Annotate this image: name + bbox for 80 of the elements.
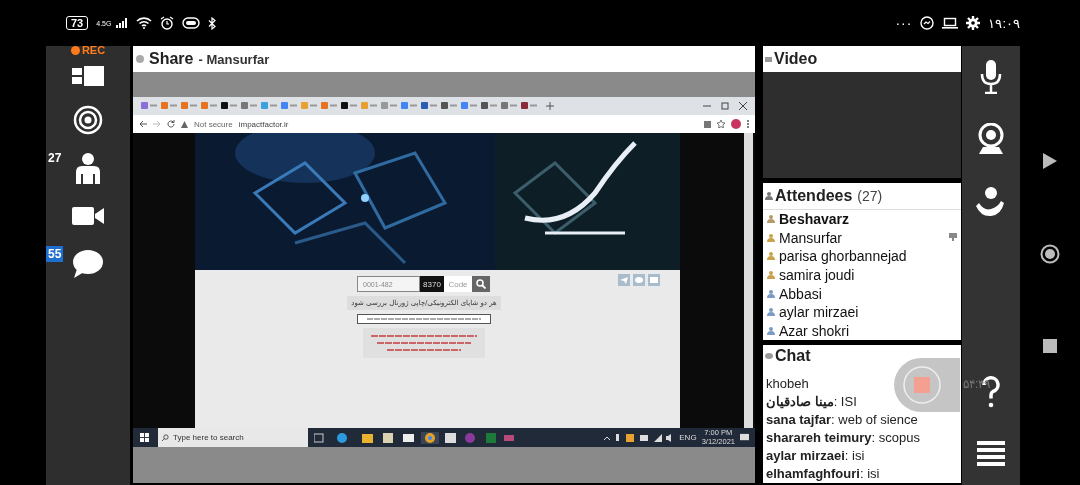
translate-icon (704, 120, 711, 128)
messenger-icon (920, 16, 935, 30)
person-icon (765, 192, 773, 200)
attendee-name[interactable]: samira joudi (779, 267, 855, 283)
unread-count-badge: 55 (46, 246, 64, 262)
signal-icon (116, 18, 129, 28)
person-icon (767, 326, 775, 335)
battery-level: 73 (66, 16, 89, 30)
search-button[interactable] (472, 276, 490, 292)
warning-icon (181, 120, 188, 128)
raised-hand-icon[interactable] (976, 185, 1006, 217)
attendee-name[interactable]: aylar mirzaei (779, 304, 859, 321)
status-dot-icon (136, 55, 144, 63)
broadcast-icon[interactable] (73, 105, 103, 135)
home-icon[interactable] (1040, 244, 1060, 264)
search-icon (162, 434, 169, 441)
microphone-icon[interactable] (980, 60, 1002, 94)
person-icon (767, 233, 775, 242)
panel-title: Share (149, 50, 194, 68)
back-icon[interactable] (1043, 153, 1057, 170)
person-icon[interactable] (74, 152, 102, 184)
presenter-name: - Mansurfar (198, 51, 270, 67)
attendee-name[interactable]: Abbasi (779, 285, 822, 302)
recording-timer: ۵۴:۴۹ (963, 377, 991, 391)
video-camera-icon[interactable] (72, 205, 104, 227)
layout-icon[interactable] (72, 65, 104, 87)
attendee-count: 27 (47, 150, 63, 166)
recording-dot-icon (70, 45, 80, 55)
more-indicator: ··· (895, 15, 913, 31)
chat-message: sharareh teimury: scopus (766, 429, 921, 447)
webcam-icon[interactable] (976, 123, 1006, 155)
chat-dot-icon (765, 353, 773, 359)
chat-bubble-icon[interactable] (72, 249, 104, 279)
panel-title: Attendees (775, 187, 853, 205)
windows-start-icon[interactable] (140, 433, 149, 442)
chat-message: sana tajfar: web of sience (766, 411, 919, 429)
alarm-icon (160, 16, 175, 30)
chat-message: aylar mirzaei: isi (766, 447, 866, 465)
chat-message: elhamfaghfouri: isi (766, 465, 881, 483)
reload-icon (167, 120, 175, 128)
chat-message: khobeh (766, 375, 810, 393)
attendee-name[interactable]: Beshavarz (779, 211, 850, 228)
avatar-icon (731, 119, 741, 129)
attendee-name[interactable]: parisa ghorbannejad (779, 248, 907, 265)
person-icon (767, 271, 775, 279)
recording-label: REC (81, 44, 106, 56)
telegram-icon (618, 274, 630, 286)
search-icon (476, 279, 486, 289)
laptop-icon (942, 17, 959, 29)
back-arrow-icon (139, 120, 147, 128)
notification-icon[interactable] (740, 433, 749, 442)
attendee-name[interactable]: Azar shokri (779, 322, 850, 339)
attendee-name[interactable]: Mansurfar (779, 229, 843, 246)
captcha-image: 8370 (420, 276, 444, 292)
close-icon (739, 102, 747, 110)
person-icon (767, 252, 775, 261)
forward-arrow-icon (153, 120, 161, 128)
email-icon (648, 274, 660, 286)
recents-icon[interactable] (1043, 338, 1057, 353)
panel-title: Video (774, 50, 818, 68)
taskbar-search-field[interactable]: Type here to search (158, 428, 308, 447)
host-icon (767, 215, 775, 224)
battery-saver-icon (182, 17, 201, 29)
person-icon (767, 289, 775, 298)
attendee-count: (27) (857, 188, 883, 204)
chat-app-icon (633, 274, 645, 286)
address-url: impactfactor.ir (238, 119, 289, 129)
presenter-icon (949, 232, 957, 241)
star-icon (717, 120, 725, 128)
language-indicator: ENG (679, 433, 697, 442)
clock: ۱۹:۰۹ (988, 15, 1020, 31)
settings-icon (966, 16, 981, 30)
minimize-icon (703, 102, 711, 110)
person-icon (767, 308, 775, 317)
panel-title: Chat (775, 347, 811, 365)
bluetooth-icon (208, 16, 217, 30)
menu-icon[interactable] (977, 441, 1005, 467)
wifi-icon (136, 17, 153, 29)
security-warning: Not secure (194, 119, 233, 129)
restore-icon (721, 102, 729, 110)
